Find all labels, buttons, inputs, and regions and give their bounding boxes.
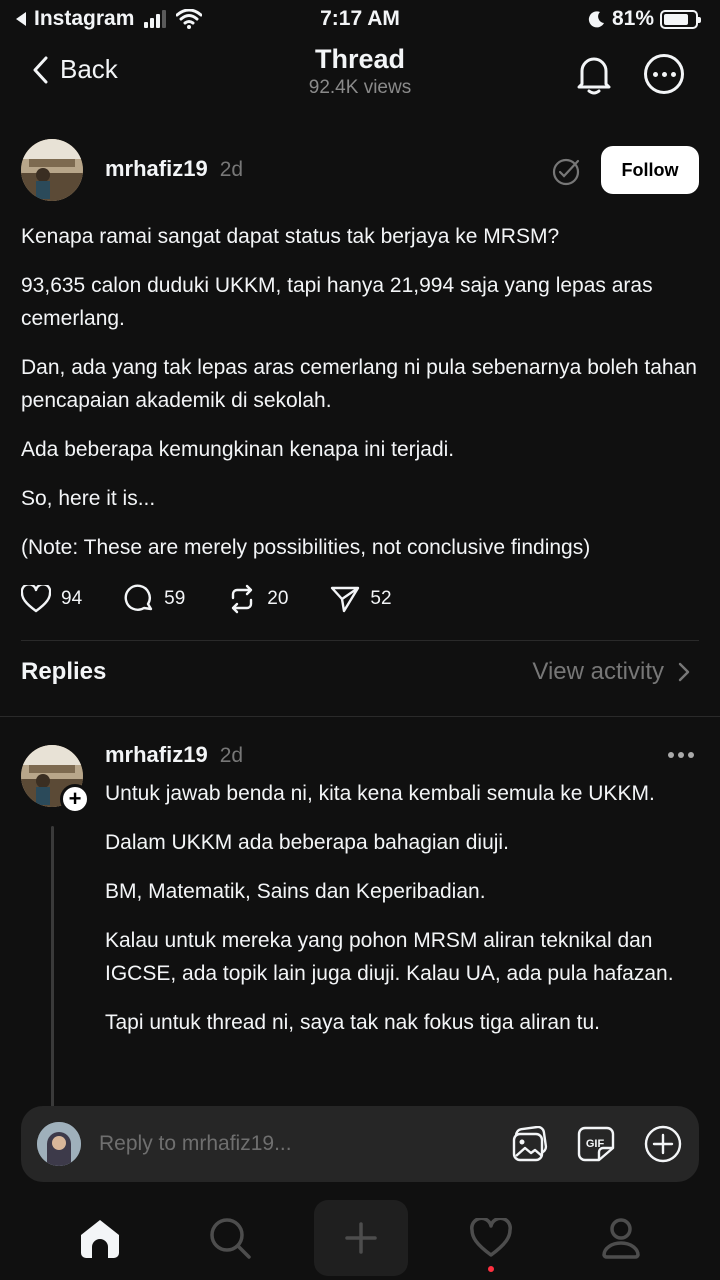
back-triangle-icon xyxy=(16,12,26,26)
dot xyxy=(678,752,684,758)
reply-composer[interactable]: Reply to mrhafiz19... GIF xyxy=(21,1106,699,1182)
battery-percent: 81% xyxy=(611,7,654,30)
dot xyxy=(670,71,676,77)
back-app-label: Instagram xyxy=(34,7,135,30)
comment-count: 59 xyxy=(164,588,186,609)
share-count: 52 xyxy=(370,588,392,609)
profile-icon xyxy=(602,1218,640,1259)
search-icon xyxy=(210,1218,251,1259)
post-paragraph: (Note: These are merely possibilities, n… xyxy=(21,536,591,559)
view-activity-link[interactable]: View activity xyxy=(532,658,690,686)
signal-icon xyxy=(144,10,167,28)
tab-bar xyxy=(0,1196,720,1280)
plus-icon xyxy=(345,1222,377,1254)
send-icon xyxy=(331,586,360,613)
bell-icon xyxy=(577,57,611,95)
reply-paragraph: Untuk jawab benda ni, kita kena kembali … xyxy=(105,782,655,805)
tab-profile[interactable] xyxy=(591,1208,651,1268)
author-avatar[interactable] xyxy=(21,139,83,201)
reply-paragraph: BM, Matematik, Sains dan Keperibadian. xyxy=(105,880,486,903)
comment-button[interactable]: 59 xyxy=(124,584,185,614)
author-username[interactable]: mrhafiz19 xyxy=(105,156,208,182)
replies-bar: Replies View activity xyxy=(21,658,690,686)
gif-label: GIF xyxy=(586,1138,605,1150)
my-avatar xyxy=(37,1122,81,1166)
more-options-button[interactable] xyxy=(644,54,684,94)
view-activity-label: View activity xyxy=(532,658,664,685)
repost-count: 20 xyxy=(267,588,289,609)
follow-plus-badge[interactable]: + xyxy=(60,784,90,814)
back-to-app[interactable]: Instagram xyxy=(14,7,203,31)
moon-icon xyxy=(588,11,604,28)
notification-dot xyxy=(488,1266,494,1272)
dot xyxy=(652,71,658,77)
post-paragraph: Kenapa ramai sangat dapat status tak ber… xyxy=(21,225,560,248)
divider xyxy=(0,716,720,717)
chevron-right-icon xyxy=(678,662,690,682)
dot xyxy=(688,752,694,758)
share-button[interactable]: 52 xyxy=(330,585,392,613)
post-time: 2d xyxy=(219,158,244,181)
dot xyxy=(661,71,667,77)
post-paragraph: 93,635 calon duduki UKKM, tapi hanya 21,… xyxy=(21,274,653,330)
avatar-photo xyxy=(37,1122,81,1166)
home-icon xyxy=(81,1220,119,1258)
repost-button[interactable]: 20 xyxy=(227,584,288,614)
gif-icon[interactable]: GIF xyxy=(577,1126,615,1162)
verified-icon xyxy=(551,157,581,192)
reply-username[interactable]: mrhafiz19 xyxy=(105,742,208,768)
reply-paragraph: Dalam UKKM ada beberapa bahagian diuji. xyxy=(105,831,509,854)
notification-bell-button[interactable] xyxy=(574,52,614,101)
reply-time: 2d xyxy=(219,744,244,767)
divider xyxy=(21,640,699,641)
thread-header: Back Thread 92.4K views xyxy=(0,40,720,110)
reply-paragraph: Tapi untuk thread ni, saya tak nak fokus… xyxy=(105,1011,600,1034)
tab-create[interactable] xyxy=(314,1200,408,1276)
reply-input[interactable]: Reply to mrhafiz19... xyxy=(99,1132,511,1156)
reply-paragraph: Kalau untuk mereka yang pohon MRSM alira… xyxy=(105,929,674,985)
post-body: Kenapa ramai sangat dapat status tak ber… xyxy=(21,220,706,580)
repost-icon xyxy=(232,584,253,614)
comment-icon xyxy=(124,584,153,611)
tab-activity[interactable] xyxy=(461,1208,521,1268)
tab-search[interactable] xyxy=(200,1208,260,1268)
like-button[interactable]: 94 xyxy=(21,585,82,613)
reply-more-button[interactable] xyxy=(668,752,694,758)
wifi-icon xyxy=(176,9,203,29)
avatar-photo xyxy=(21,139,83,201)
reply-body: Untuk jawab benda ni, kita kena kembali … xyxy=(105,777,695,1055)
post-paragraph: Ada beberapa kemungkinan kenapa ini terj… xyxy=(21,438,455,461)
status-bar: Instagram 7:17 AM 81% xyxy=(0,0,720,38)
plus-circle-icon[interactable] xyxy=(643,1124,683,1164)
post-paragraph: So, here it is... xyxy=(21,487,156,510)
replies-title: Replies xyxy=(21,658,107,685)
post-paragraph: Dan, ada yang tak lepas aras cemerlang n… xyxy=(21,356,697,412)
heart-icon xyxy=(470,1218,512,1257)
battery-icon xyxy=(660,9,701,29)
thread-line xyxy=(51,826,54,1116)
like-count: 94 xyxy=(61,588,83,609)
post-actions: 94 59 20 52 xyxy=(21,584,392,614)
gallery-icon[interactable] xyxy=(511,1126,549,1162)
follow-button[interactable]: Follow xyxy=(601,146,699,194)
tab-home[interactable] xyxy=(70,1208,130,1268)
heart-icon xyxy=(21,585,51,613)
dot xyxy=(668,752,674,758)
